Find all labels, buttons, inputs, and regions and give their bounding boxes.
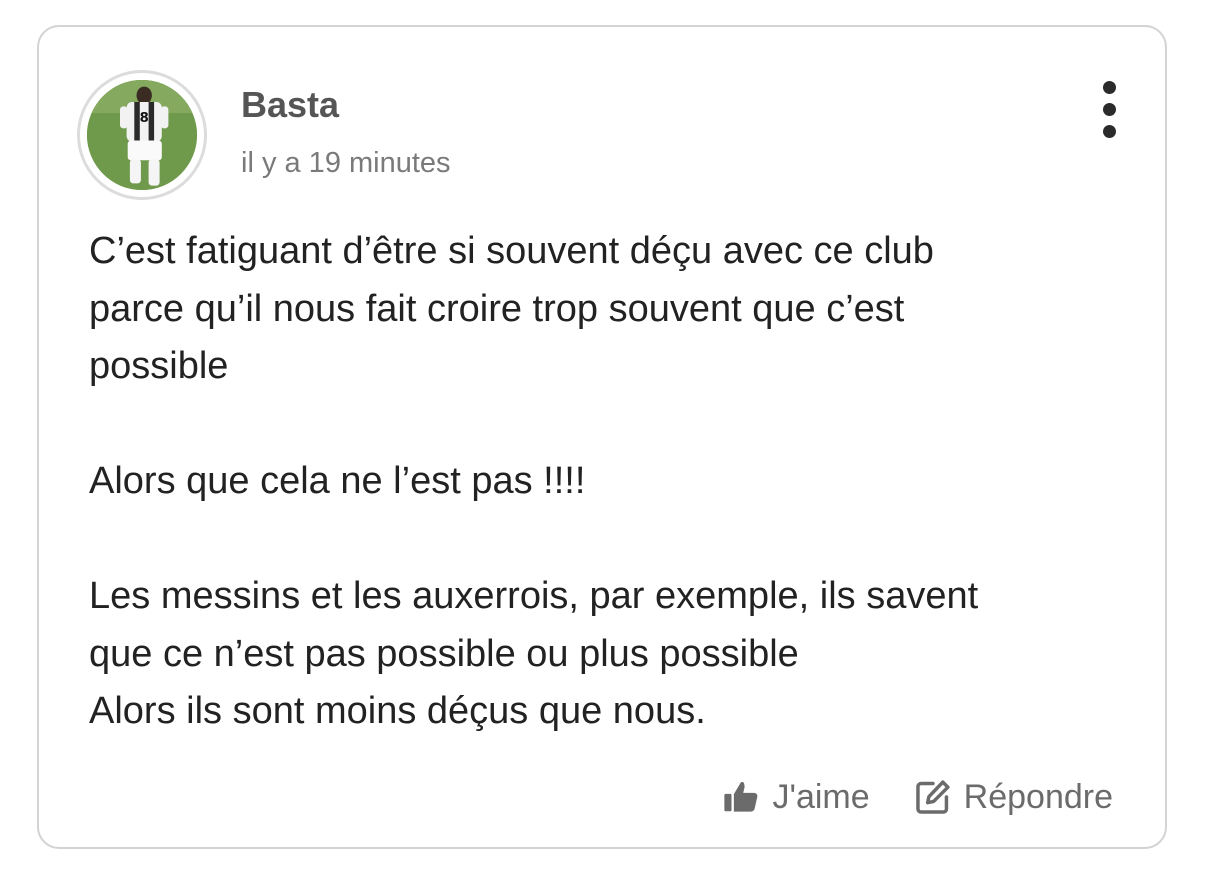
comment-line: Alors que cela ne l’est pas !!!!: [89, 460, 586, 502]
avatar-image: 8: [87, 80, 197, 190]
menu-dot: [1103, 81, 1116, 94]
comment-line: Les messins et les auxerrois, par exempl…: [89, 575, 979, 617]
comment-actions: J'aime Répondre: [722, 775, 1113, 819]
svg-text:8: 8: [140, 111, 149, 126]
reply-button[interactable]: Répondre: [914, 775, 1113, 819]
author-name[interactable]: Basta: [241, 83, 339, 127]
timestamp: il y a 19 minutes: [241, 147, 451, 179]
edit-reply-icon: [914, 778, 952, 816]
like-button[interactable]: J'aime: [722, 775, 870, 819]
comment-body: C’est fatiguant d’être si souvent déçu a…: [89, 223, 1139, 741]
menu-dot: [1103, 103, 1116, 116]
comment-card: 8 Basta il y a 19 minutes C’est fatiguan…: [37, 25, 1167, 849]
avatar[interactable]: 8: [77, 70, 207, 200]
like-label: J'aime: [772, 778, 870, 816]
comment-line: que ce n’est pas possible ou plus possib…: [89, 632, 799, 675]
more-options-button[interactable]: [1091, 79, 1127, 141]
comment-line: parce qu’il nous fait croire trop souven…: [89, 287, 905, 330]
menu-dot: [1103, 125, 1116, 138]
comment-line: Alors ils sont moins déçus que nous.: [89, 690, 706, 732]
reply-label: Répondre: [963, 778, 1113, 816]
thumbs-up-icon: [722, 778, 760, 816]
comment-line: C’est fatiguant d’être si souvent déçu a…: [89, 230, 934, 272]
comment-line: possible: [89, 345, 229, 387]
